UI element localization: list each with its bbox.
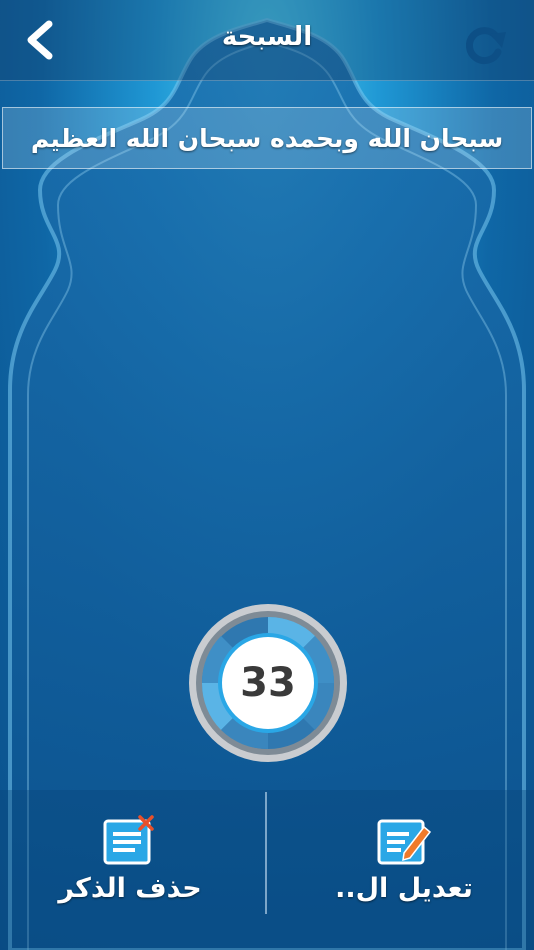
delete-dhikr-label: حذف الذكر <box>58 873 202 904</box>
counter-value: 33 <box>240 660 296 706</box>
bottom-divider <box>265 792 267 914</box>
edit-list-icon <box>377 819 432 865</box>
dhikr-text: سبحان الله وبحمده سبحان الله العظيم <box>30 123 504 153</box>
top-bar: السبحة <box>0 0 534 81</box>
dhikr-display: سبحان الله وبحمده سبحان الله العظيم <box>2 107 532 169</box>
delete-dhikr-button[interactable]: حذف الذكر <box>0 815 260 915</box>
edit-dhikr-label: تعديل ال.. <box>335 873 473 904</box>
refresh-icon <box>466 27 506 65</box>
page-title: السبحة <box>221 22 313 52</box>
refresh-button[interactable] <box>460 22 512 66</box>
edit-dhikr-button[interactable]: تعديل ال.. <box>274 815 534 915</box>
delete-list-icon <box>103 815 154 865</box>
counter-button[interactable]: 33 <box>187 602 349 764</box>
